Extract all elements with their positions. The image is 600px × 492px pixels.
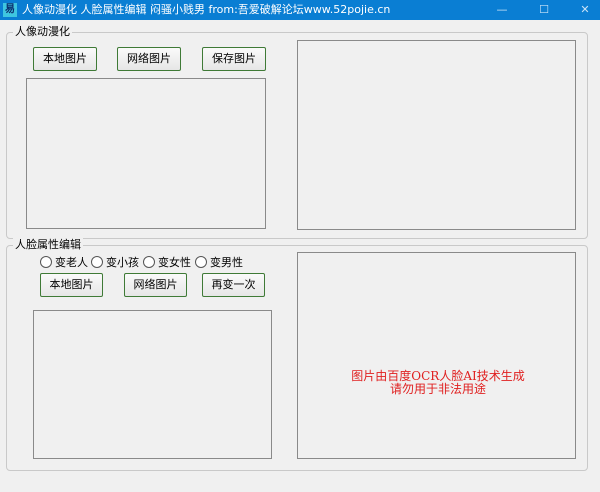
title-bar[interactable]: 易 人像动漫化 人脸属性编辑 闷骚小贱男 from:吾爱破解论坛www.52po… xyxy=(0,0,600,20)
app-icon: 易 xyxy=(3,3,17,17)
radio-female[interactable]: 变女性 xyxy=(143,256,191,270)
radio-female-indicator[interactable] xyxy=(143,256,155,268)
anime-group-title: 人像动漫化 xyxy=(13,25,72,39)
face-edit-group-title: 人脸属性编辑 xyxy=(13,238,83,252)
save-image-button[interactable]: 保存图片 xyxy=(202,47,266,71)
maximize-icon: ☐ xyxy=(539,3,549,16)
close-icon: ✕ xyxy=(580,3,590,16)
radio-male-label: 变男性 xyxy=(210,256,243,269)
radio-child-label: 变小孩 xyxy=(106,256,139,269)
retry-button[interactable]: 再变一次 xyxy=(202,273,265,297)
radio-old-label: 变老人 xyxy=(55,256,88,269)
anime-source-image-box xyxy=(26,78,266,229)
face-result-image-box xyxy=(297,252,576,459)
minimize-button[interactable]: — xyxy=(487,0,517,20)
face-web-image-button[interactable]: 网络图片 xyxy=(124,273,187,297)
close-button[interactable]: ✕ xyxy=(570,0,600,20)
window-title: 人像动漫化 人脸属性编辑 闷骚小贱男 from:吾爱破解论坛www.52poji… xyxy=(22,3,391,16)
radio-female-label: 变女性 xyxy=(158,256,191,269)
radio-old[interactable]: 变老人 xyxy=(40,256,88,270)
maximize-button[interactable]: ☐ xyxy=(529,0,559,20)
radio-child-indicator[interactable] xyxy=(91,256,103,268)
radio-child[interactable]: 变小孩 xyxy=(91,256,139,270)
anime-result-image-box xyxy=(297,40,576,230)
minimize-icon: — xyxy=(496,3,508,16)
radio-old-indicator[interactable] xyxy=(40,256,52,268)
anime-local-image-button[interactable]: 本地图片 xyxy=(33,47,97,71)
radio-male[interactable]: 变男性 xyxy=(195,256,243,270)
anime-web-image-button[interactable]: 网络图片 xyxy=(117,47,181,71)
radio-male-indicator[interactable] xyxy=(195,256,207,268)
face-local-image-button[interactable]: 本地图片 xyxy=(40,273,103,297)
notice-line-2: 请勿用于非法用途 xyxy=(389,382,486,396)
face-source-image-box xyxy=(33,310,272,459)
